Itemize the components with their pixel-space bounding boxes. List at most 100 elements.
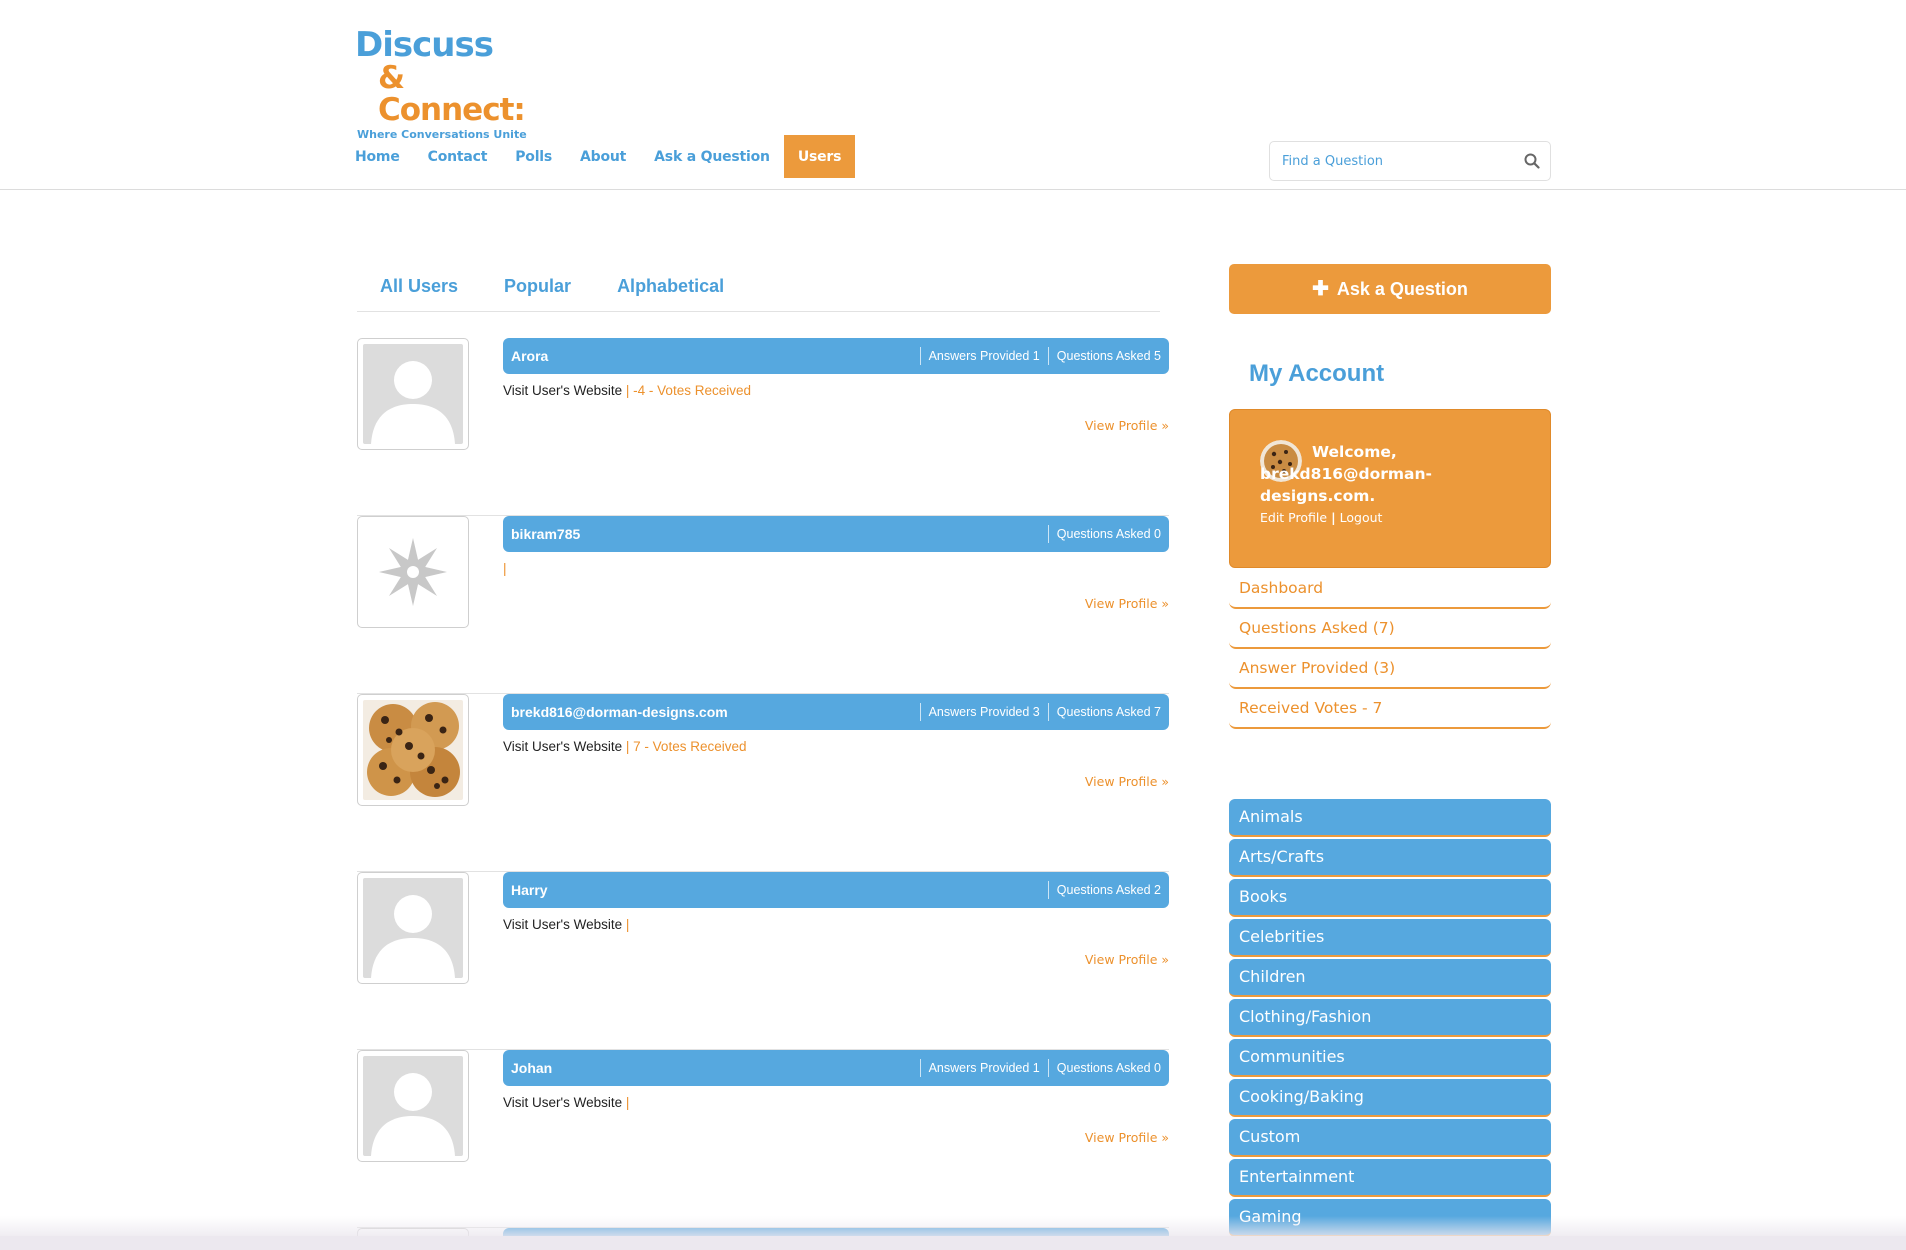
visit-website-link[interactable]: Visit User's Website [503, 739, 622, 754]
user-row: brekd816@dorman-designs.com Answers Prov… [357, 694, 1169, 872]
logo-line-2: & Connect: [378, 60, 526, 128]
site-logo[interactable]: Discuss & Connect: Where Conversations U… [355, 28, 530, 141]
default-person-icon [371, 361, 455, 444]
edit-profile-link[interactable]: Edit Profile [1260, 510, 1327, 525]
meta-separator: | [625, 1095, 630, 1110]
user-header-bar: brekd816@dorman-designs.com Answers Prov… [503, 694, 1169, 730]
nav-about[interactable]: About [566, 135, 640, 178]
avatar[interactable] [357, 1050, 469, 1162]
tab-all-users[interactable]: All Users [357, 270, 481, 311]
meta-separator: | [625, 383, 630, 398]
avatar[interactable] [357, 516, 469, 628]
nav-users[interactable]: Users [783, 135, 856, 178]
view-profile-link[interactable]: View Profile » [1085, 1130, 1169, 1145]
meta-separator: | [625, 917, 630, 932]
user-header-bar: Harry Questions Asked 2 [503, 872, 1169, 908]
my-account-heading: My Account [1249, 360, 1385, 387]
default-person-icon [371, 1073, 455, 1156]
tab-alphabetical[interactable]: Alphabetical [594, 270, 747, 311]
snowflake-icon [379, 538, 447, 606]
answers-provided: Answers Provided 1 [919, 347, 1048, 365]
category-communities[interactable]: Communities [1229, 1039, 1551, 1077]
user-row: Harry Questions Asked 2 Visit User's Web… [357, 872, 1169, 1050]
user-name[interactable]: bikram785 [503, 526, 1048, 542]
account-card: Welcome, brekd816@dorman-designs.com. Ed… [1229, 409, 1551, 568]
user-name[interactable]: brekd816@dorman-designs.com [503, 704, 920, 720]
user-row: Arora Answers Provided 1 Questions Asked… [357, 338, 1169, 516]
main-nav: Home Contact Polls About Ask a Question … [355, 135, 856, 178]
user-meta: Visit User's Website | [503, 917, 629, 932]
account-links: Dashboard Questions Asked (7) Answer Pro… [1229, 569, 1551, 729]
nav-polls[interactable]: Polls [501, 135, 566, 178]
category-custom[interactable]: Custom [1229, 1119, 1551, 1157]
cookies-image [367, 702, 460, 797]
visit-website-link[interactable]: Visit User's Website [503, 383, 622, 398]
visit-website-link[interactable]: Visit User's Website [503, 917, 622, 932]
view-profile-link[interactable]: View Profile » [1085, 418, 1169, 433]
link-separator: | [1331, 510, 1336, 525]
visit-website-link[interactable]: Visit User's Website [503, 1095, 622, 1110]
questions-asked: Questions Asked 7 [1047, 703, 1169, 721]
user-header-bar: Arora Answers Provided 1 Questions Asked… [503, 338, 1169, 374]
user-name[interactable]: Harry [503, 882, 1048, 898]
category-clothing-fashion[interactable]: Clothing/Fashion [1229, 999, 1551, 1037]
view-profile-link[interactable]: View Profile » [1085, 952, 1169, 967]
category-cooking-baking[interactable]: Cooking/Baking [1229, 1079, 1551, 1117]
category-celebrities[interactable]: Celebrities [1229, 919, 1551, 957]
questions-asked-link[interactable]: Questions Asked (7) [1229, 609, 1551, 649]
votes-received: 7 - Votes Received [633, 739, 747, 754]
nav-ask-a-question[interactable]: Ask a Question [640, 135, 784, 178]
questions-asked: Questions Asked 0 [1047, 1059, 1169, 1077]
user-header-bar: Johan Answers Provided 1 Questions Asked… [503, 1050, 1169, 1086]
avatar[interactable] [357, 338, 469, 450]
user-meta: Visit User's Website | 7 - Votes Receive… [503, 739, 747, 754]
nav-home[interactable]: Home [355, 135, 414, 178]
questions-asked: Questions Asked 0 [1047, 525, 1169, 543]
tab-popular[interactable]: Popular [481, 270, 594, 311]
default-person-icon [371, 895, 455, 978]
questions-asked: Questions Asked 5 [1047, 347, 1169, 365]
user-name[interactable]: Arora [503, 348, 920, 364]
category-arts-crafts[interactable]: Arts/Crafts [1229, 839, 1551, 877]
votes-received: -4 - Votes Received [633, 383, 751, 398]
answers-provided: Answers Provided 1 [919, 1059, 1048, 1077]
search-box [1269, 141, 1551, 181]
search-icon[interactable] [1524, 153, 1540, 169]
user-meta: Visit User's Website | [503, 1095, 629, 1110]
category-entertainment[interactable]: Entertainment [1229, 1159, 1551, 1197]
category-children[interactable]: Children [1229, 959, 1551, 997]
view-profile-link[interactable]: View Profile » [1085, 774, 1169, 789]
ask-question-label: Ask a Question [1336, 278, 1468, 299]
logout-link[interactable]: Logout [1340, 510, 1383, 525]
site-header: Discuss & Connect: Where Conversations U… [0, 0, 1906, 190]
user-row: Johan Answers Provided 1 Questions Asked… [357, 1050, 1169, 1228]
nav-contact[interactable]: Contact [414, 135, 502, 178]
meta-separator: | [503, 561, 507, 576]
account-card-links: Edit Profile | Logout [1260, 510, 1382, 525]
category-animals[interactable]: Animals [1229, 799, 1551, 837]
dashboard-link[interactable]: Dashboard [1229, 569, 1551, 609]
meta-separator: | [625, 739, 630, 754]
bottom-strip [0, 1236, 1906, 1250]
category-list: Animals Arts/Crafts Books Celebrities Ch… [1229, 799, 1551, 1239]
questions-asked: Questions Asked 2 [1047, 881, 1169, 899]
logo-line-1: Discuss [355, 25, 494, 65]
user-meta: | [503, 561, 507, 576]
answers-provided: Answers Provided 3 [919, 703, 1048, 721]
user-name[interactable]: Johan [503, 1060, 920, 1076]
search-input[interactable] [1282, 142, 1512, 180]
view-profile-link[interactable]: View Profile » [1085, 596, 1169, 611]
bottom-fade [0, 1216, 1906, 1236]
ask-question-button[interactable]: ✚ Ask a Question [1229, 264, 1551, 314]
category-books[interactable]: Books [1229, 879, 1551, 917]
avatar[interactable] [357, 872, 469, 984]
user-filter-tabs: All Users Popular Alphabetical [357, 270, 1160, 312]
user-list: Arora Answers Provided 1 Questions Asked… [357, 338, 1169, 1228]
welcome-text: Welcome, brekd816@dorman-designs.com. [1260, 443, 1432, 505]
user-header-bar: bikram785 Questions Asked 0 [503, 516, 1169, 552]
avatar[interactable] [357, 694, 469, 806]
user-meta: Visit User's Website | -4 - Votes Receiv… [503, 383, 751, 398]
answers-provided-link[interactable]: Answer Provided (3) [1229, 649, 1551, 689]
plus-icon: ✚ [1312, 278, 1329, 300]
received-votes-link[interactable]: Received Votes - 7 [1229, 689, 1551, 729]
